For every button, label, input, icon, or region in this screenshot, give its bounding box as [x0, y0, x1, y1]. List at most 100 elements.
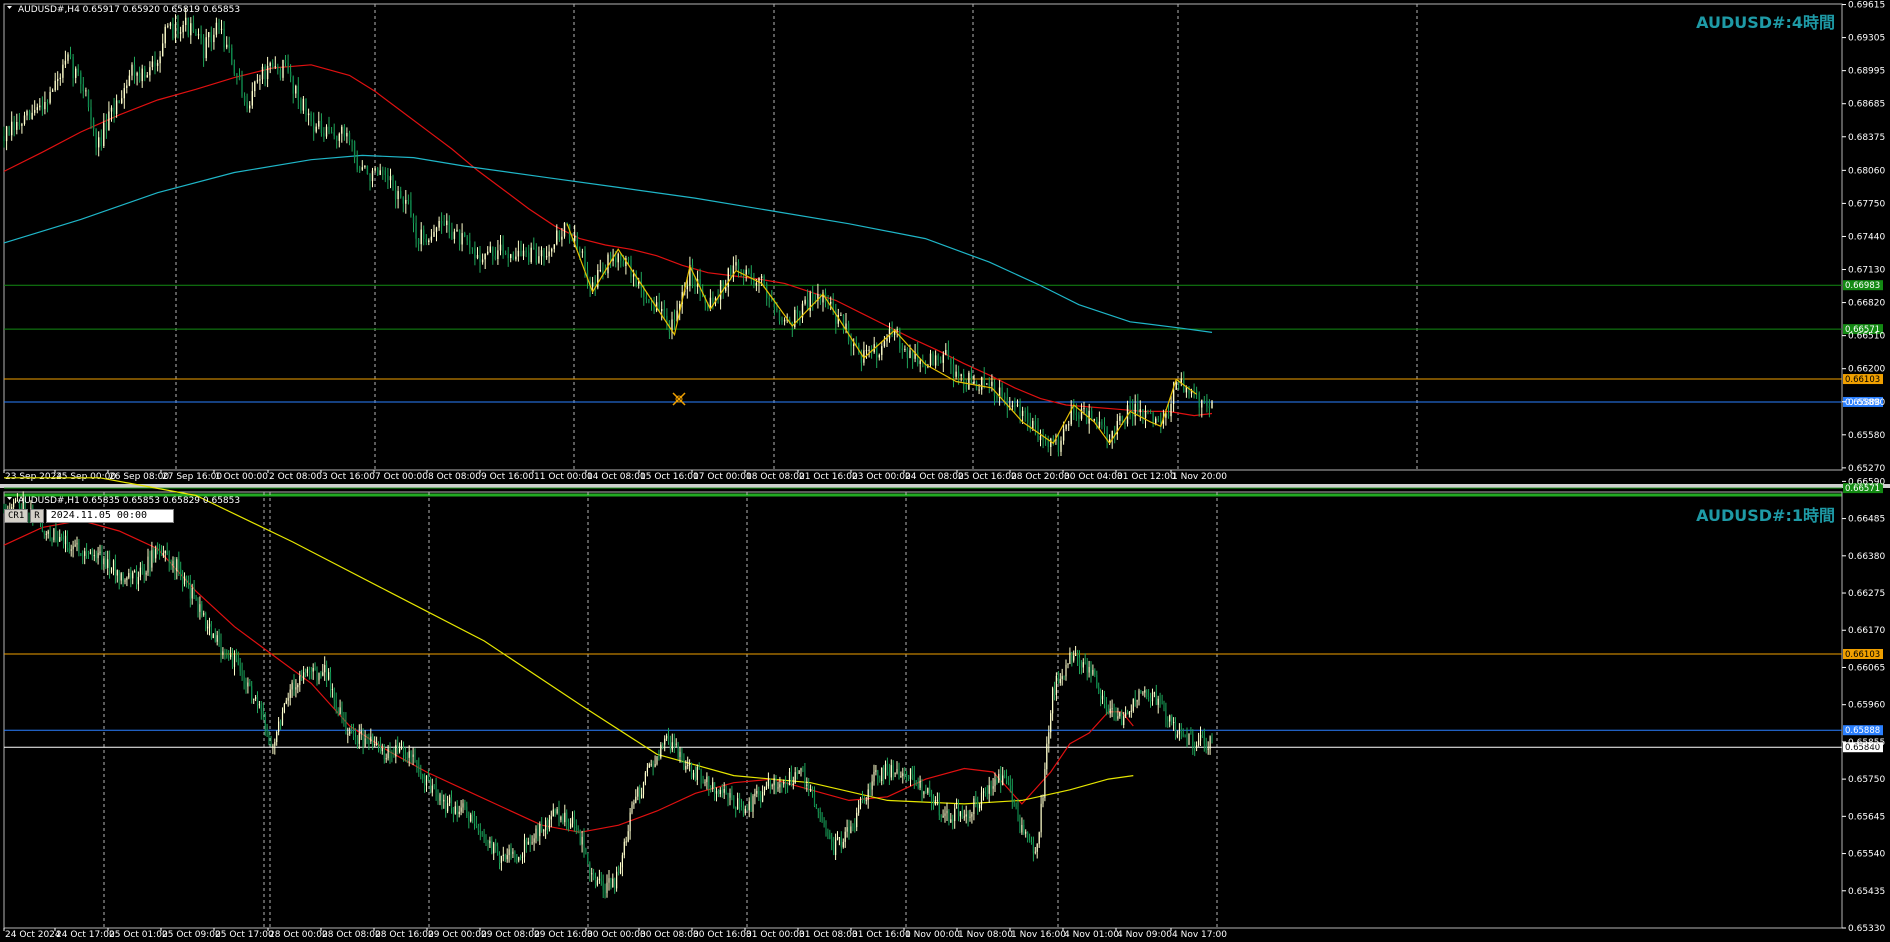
h1-candle [51, 538, 53, 541]
h1-candle [512, 851, 514, 854]
h1-candle [155, 549, 157, 559]
h4-candle [164, 26, 166, 44]
h4-candle [512, 254, 514, 260]
h1-candle [293, 682, 295, 690]
h4-x-tick-label: 25 Oct 16:00 [958, 472, 1017, 482]
h1-candle [160, 554, 163, 556]
h4-candle [796, 309, 799, 314]
h1-candle [811, 789, 814, 793]
h4-candle [484, 253, 486, 260]
h1-candle [898, 769, 900, 778]
datetime-field[interactable]: 2024.11.05 00:00 [45, 509, 174, 523]
h1-candle [1178, 729, 1180, 735]
h4-candle [200, 34, 202, 39]
h4-candle [978, 389, 980, 391]
h4-candle [154, 61, 156, 66]
chart-area: 0.669830.665710.661030.65888 0.696150.69… [0, 0, 1890, 942]
h4-candle [558, 230, 561, 240]
h1-candle [308, 669, 310, 671]
h1-candle [145, 572, 147, 575]
h4-candle [548, 251, 550, 257]
h1-candle [489, 840, 491, 844]
h1-candle [756, 791, 758, 794]
h4-candle [904, 348, 906, 350]
h1-candle [1027, 831, 1029, 841]
h4-candle [302, 98, 305, 111]
h1-candle [404, 754, 406, 758]
h1-y-tick-label: 0.65540 [1848, 850, 1885, 860]
h4-candle [464, 233, 466, 237]
h1-candle [1098, 686, 1100, 694]
h4-candle [185, 17, 187, 25]
h1-candle [339, 707, 341, 714]
h1-candle [439, 794, 441, 801]
h4-candle [49, 91, 51, 103]
h4-candle [830, 301, 832, 304]
h4-candle [159, 56, 161, 64]
h1-candle [859, 799, 862, 805]
h1-candle [769, 779, 771, 786]
h4-candle [1144, 411, 1147, 418]
h1-candle [714, 782, 716, 794]
h1-candle [794, 772, 796, 784]
h1-y-tick-label: 0.65855 [1848, 738, 1885, 748]
h4-candle [251, 91, 253, 106]
h1-x-tick-label: 1 Nov 08:00 [958, 930, 1013, 940]
h1-candle [959, 811, 961, 817]
h4-candle [494, 256, 497, 260]
h1-candle [341, 707, 343, 720]
h1-candle [1063, 676, 1065, 678]
h4-candle [446, 220, 448, 226]
h1-candle [646, 767, 648, 773]
h1-candle [652, 764, 654, 767]
h4-x-tick-label: 30 Oct 04:00 [1064, 472, 1123, 482]
h1-candle [1128, 711, 1130, 715]
h4-candle [364, 166, 366, 168]
h1-candle [218, 635, 220, 640]
h1-x-tick-label: 28 Oct 00:00 [269, 930, 328, 940]
panel-splitter[interactable] [0, 484, 1890, 488]
h1-x-tick-label: 25 Oct 01:00 [109, 930, 168, 940]
h1-candle [301, 675, 303, 680]
h4-candle [453, 231, 456, 239]
h1-candle [573, 817, 575, 828]
h4-candle [1193, 390, 1195, 392]
h1-candle [364, 738, 366, 747]
h1-candle [498, 854, 501, 863]
h4-candle [556, 230, 558, 245]
h4-candle [940, 360, 942, 363]
h1-candle [1117, 716, 1119, 719]
h1-candle [1125, 712, 1127, 717]
h1-candle [397, 745, 399, 752]
h1-candle [969, 816, 971, 818]
h1-candle [1000, 773, 1002, 786]
r-button[interactable]: R [30, 509, 44, 523]
h1-candle [435, 786, 437, 793]
h1-candle [1017, 806, 1019, 822]
h1-candle [1107, 709, 1109, 714]
h4-candle [54, 80, 56, 91]
h4-candle [190, 23, 192, 36]
h1-candle [427, 775, 429, 779]
h1-level-label: 0.66103 [1845, 650, 1880, 660]
cr1-button[interactable]: CR1 [4, 509, 29, 523]
h1-candle [539, 824, 541, 837]
h1-candle [128, 573, 130, 578]
h1-y-tick-label: 0.66485 [1848, 515, 1885, 525]
h1-candle [748, 801, 750, 811]
h1-candle [285, 700, 287, 704]
h1-candle [537, 828, 539, 837]
h1-candle [303, 672, 305, 680]
h4-candle [1098, 421, 1101, 428]
h4-candle [528, 252, 530, 263]
h1-candle [147, 556, 149, 573]
h4-candle [535, 249, 537, 263]
h4-candle [417, 238, 420, 245]
h1-candle [846, 827, 848, 832]
h4-candle [149, 67, 151, 76]
h1-candle [827, 831, 829, 835]
h1-candle [850, 826, 852, 834]
h1-candle [283, 703, 285, 713]
h4-candle [333, 132, 335, 136]
h1-candle [164, 551, 166, 554]
